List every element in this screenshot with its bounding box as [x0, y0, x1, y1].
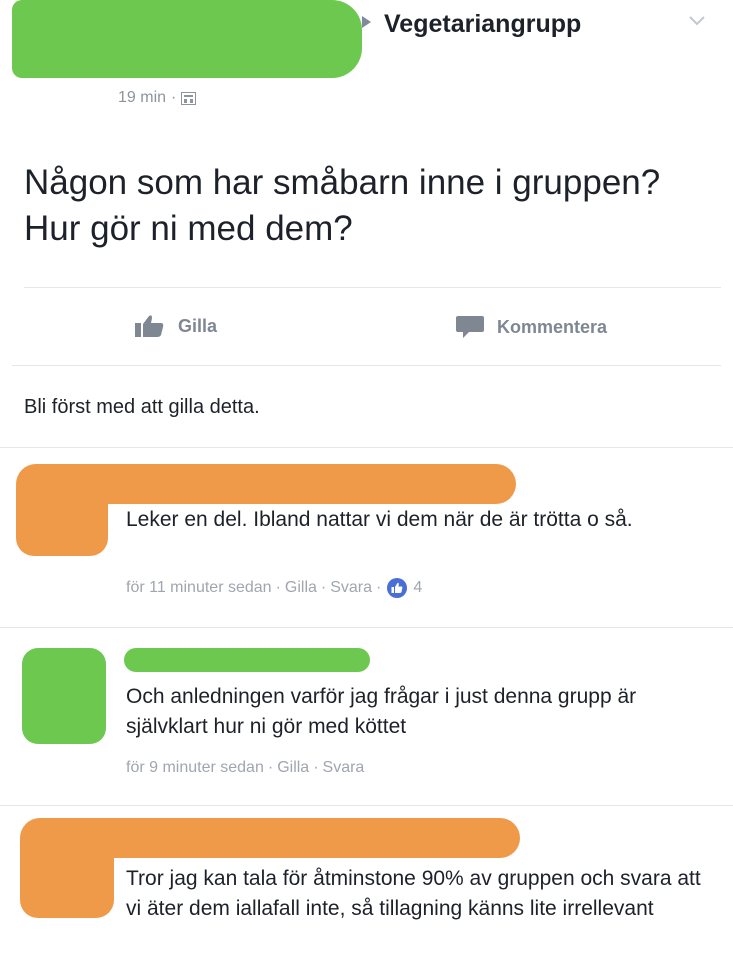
thumbs-up-icon — [391, 582, 403, 593]
like-button[interactable]: Gilla — [134, 314, 217, 338]
post-meta: 19 min · — [118, 89, 197, 107]
comment-reply-link[interactable]: Svara — [323, 759, 365, 777]
redacted-commenter-name — [124, 648, 370, 672]
divider — [0, 805, 733, 806]
comment-reply-link[interactable]: Svara — [330, 579, 372, 597]
likes-summary: Bli först med att gilla detta. — [24, 396, 260, 418]
comment-text: Leker en del. Ibland nattar vi dem när d… — [126, 508, 633, 531]
comment-timestamp[interactable]: för 11 minuter sedan — [126, 579, 272, 597]
like-reaction-icon[interactable] — [387, 578, 408, 598]
comment-meta: för 9 minuter sedan · Gilla · Svara — [126, 759, 365, 777]
like-label: Gilla — [178, 315, 218, 336]
comment-label: Kommentera — [497, 316, 608, 337]
redacted-commenter-avatar — [22, 648, 106, 744]
divider — [0, 627, 733, 628]
comment-bubble-icon — [456, 316, 484, 338]
redacted-commenter-avatar — [20, 822, 114, 918]
divider — [12, 365, 721, 366]
comment-text: Tror jag kan tala för åtminstone 90% av … — [126, 867, 701, 920]
group-arrow-icon — [362, 16, 371, 28]
group-privacy-icon — [181, 91, 197, 105]
chevron-down-icon[interactable] — [686, 12, 708, 30]
post-timestamp[interactable]: 19 min — [118, 89, 166, 107]
reaction-count: 4 — [413, 579, 423, 596]
redacted-poster-avatar — [12, 20, 94, 78]
divider — [24, 287, 721, 288]
divider — [0, 447, 733, 448]
comment-like-link[interactable]: Gilla — [277, 759, 309, 777]
comment-timestamp[interactable]: för 9 minuter sedan — [126, 759, 264, 777]
comment-meta: för 11 minuter sedan · Gilla · Svara · 4 — [126, 578, 423, 598]
redacted-commenter-avatar — [16, 470, 108, 556]
comment-button[interactable]: Kommentera — [455, 314, 607, 340]
comment-text: Och anledningen varför jag frågar i just… — [126, 685, 637, 738]
facebook-group-post: Vegetariangrupp 19 min · Någon som har s… — [0, 0, 733, 960]
post-body-text: Någon som har småbarn inne i gruppen? Hu… — [24, 163, 661, 248]
group-name-link[interactable]: Vegetariangrupp — [384, 10, 581, 39]
thumbs-up-icon — [135, 315, 164, 337]
meta-separator: · — [171, 89, 177, 106]
comment-like-link[interactable]: Gilla — [285, 579, 317, 597]
